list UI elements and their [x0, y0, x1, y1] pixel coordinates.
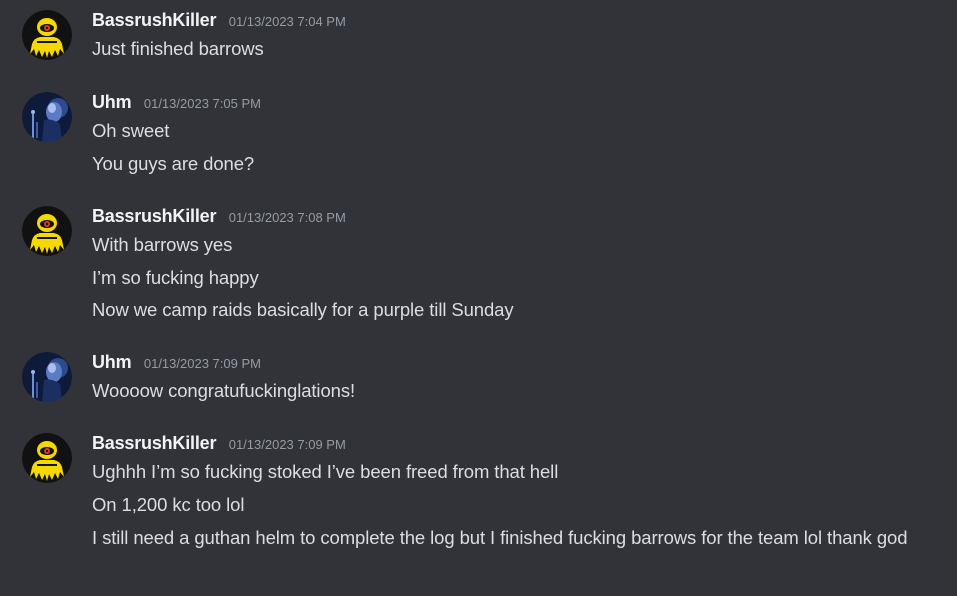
username[interactable]: BassrushKiller [92, 10, 216, 30]
dark-blue-photo-avatar-icon [22, 352, 72, 402]
message-text: Oh sweet [92, 120, 170, 141]
message-header: Uhm 01/13/2023 7:09 PM [92, 352, 261, 376]
timestamp: 01/13/2023 7:09 PM [143, 356, 261, 371]
message-header: BassrushKiller 01/13/2023 7:04 PM [92, 10, 346, 34]
message-text: Ughhh I’m so fucking stoked I’ve been fr… [92, 461, 559, 482]
dark-blue-photo-avatar-icon [22, 92, 72, 142]
yellow-character-avatar-icon [22, 433, 72, 483]
yellow-character-avatar-icon [22, 206, 72, 256]
user-avatar[interactable] [22, 433, 72, 483]
user-avatar[interactable] [22, 206, 72, 256]
message-text: Just finished barrows [92, 38, 264, 59]
message-text: Woooow congratufuckinglations! [92, 380, 356, 401]
message-text: You guys are done? [92, 153, 255, 174]
message-text: I’m so fucking happy [92, 267, 259, 288]
timestamp: 01/13/2023 7:08 PM [228, 210, 346, 225]
message-header: BassrushKiller 01/13/2023 7:08 PM [92, 206, 346, 230]
username[interactable]: BassrushKiller [92, 433, 216, 453]
message-text: Now we camp raids basically for a purple… [92, 299, 514, 320]
message-text: On 1,200 kc too lol [92, 494, 245, 515]
timestamp: 01/13/2023 7:05 PM [143, 96, 261, 111]
message-header: BassrushKiller 01/13/2023 7:09 PM [92, 433, 346, 457]
chat-message-list[interactable]: BassrushKiller 01/13/2023 7:04 PM Just f… [0, 0, 957, 596]
user-avatar[interactable] [22, 352, 72, 402]
user-avatar[interactable] [22, 92, 72, 142]
message-header: Uhm 01/13/2023 7:05 PM [92, 92, 261, 116]
message-text: I still need a guthan helm to complete t… [92, 527, 908, 548]
user-avatar[interactable] [22, 10, 72, 60]
message-text: With barrows yes [92, 234, 233, 255]
username[interactable]: BassrushKiller [92, 206, 216, 226]
username[interactable]: Uhm [92, 352, 132, 372]
username[interactable]: Uhm [92, 92, 132, 112]
yellow-character-avatar-icon [22, 10, 72, 60]
timestamp: 01/13/2023 7:09 PM [228, 437, 346, 452]
timestamp: 01/13/2023 7:04 PM [228, 14, 346, 29]
